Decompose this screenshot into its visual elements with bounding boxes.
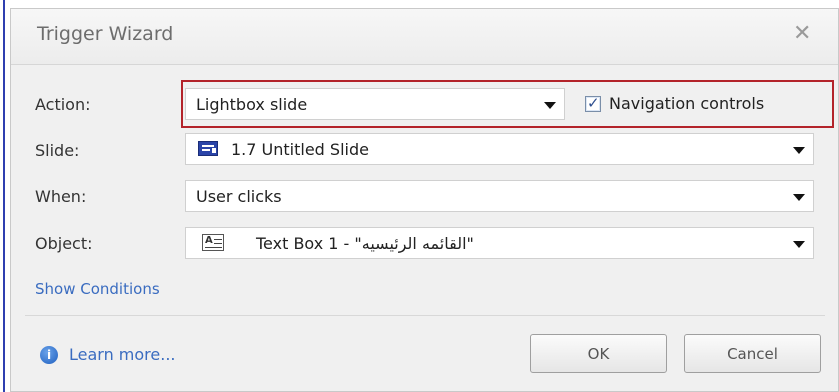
annotation-highlight-box bbox=[181, 80, 834, 128]
window-left-edge bbox=[0, 0, 8, 392]
action-label: Action: bbox=[35, 95, 91, 114]
object-dropdown[interactable]: A Text Box 1 - "القائمه الرئيسيه" bbox=[185, 227, 814, 259]
when-value: User clicks bbox=[196, 187, 282, 206]
show-conditions-link[interactable]: Show Conditions bbox=[35, 280, 160, 298]
window-edge-line bbox=[3, 0, 5, 392]
when-dropdown[interactable]: User clicks bbox=[185, 180, 814, 212]
chevron-down-icon[interactable] bbox=[793, 241, 805, 248]
slide-icon bbox=[198, 141, 218, 156]
slide-value: 1.7 Untitled Slide bbox=[231, 140, 369, 159]
divider bbox=[25, 315, 825, 316]
object-label: Object: bbox=[35, 234, 93, 253]
close-icon[interactable]: ✕ bbox=[793, 21, 811, 46]
dialog-title: Trigger Wizard bbox=[37, 23, 174, 45]
title-bar: Trigger Wizard ✕ bbox=[11, 9, 838, 65]
chevron-down-icon[interactable] bbox=[793, 147, 805, 154]
learn-more-link[interactable]: Learn more... bbox=[69, 345, 176, 364]
text-box-icon: A bbox=[202, 234, 224, 251]
when-label: When: bbox=[35, 187, 87, 206]
object-value: Text Box 1 - "القائمه الرئيسيه" bbox=[256, 234, 474, 253]
slide-label: Slide: bbox=[35, 141, 80, 160]
trigger-wizard-dialog: Trigger Wizard ✕ Action: Lightbox slide … bbox=[10, 8, 839, 392]
ok-button[interactable]: OK bbox=[530, 334, 667, 373]
slide-dropdown[interactable]: 1.7 Untitled Slide bbox=[185, 133, 814, 165]
info-icon: i bbox=[40, 346, 58, 364]
chevron-down-icon[interactable] bbox=[793, 194, 805, 201]
cancel-button[interactable]: Cancel bbox=[684, 334, 821, 373]
